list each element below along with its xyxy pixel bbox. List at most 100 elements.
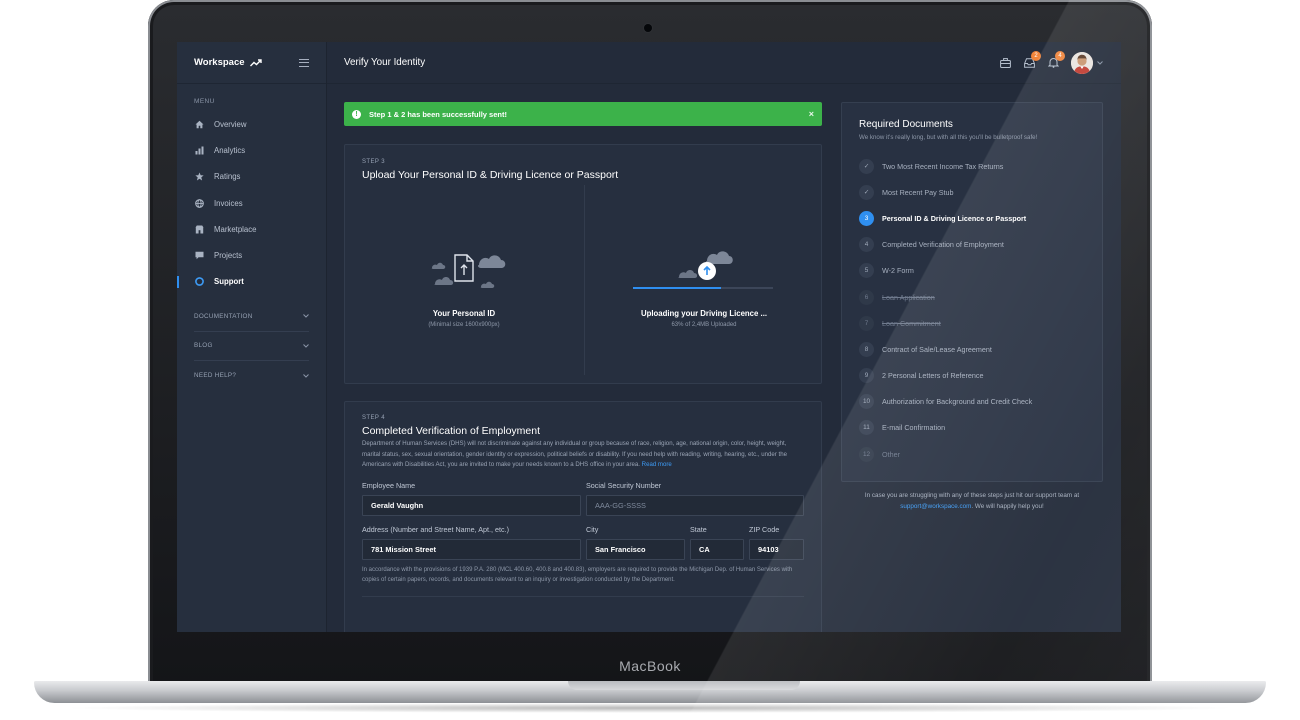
support-text: In case you are struggling with any of t… [864,492,1080,499]
field-label: State [690,524,707,534]
document-label: Most Recent Pay Stub [882,187,954,197]
form-row: Address (Number and Street Name, Apt., e… [362,525,804,560]
document-item[interactable]: 3 Personal ID & Driving Licence or Passpo… [859,205,1085,231]
document-item[interactable]: 5 W-2 Form [859,258,1085,284]
document-label: 2 Personal Letters of Reference [882,371,984,381]
logo[interactable]: Workspace [194,57,262,68]
globe-icon [194,198,204,208]
document-item[interactable]: 7 Loan Commitment [859,310,1085,336]
chevron-down-icon [303,343,309,348]
field-label: Social Security Number [586,480,662,490]
sidebar: Workspace MENU Overview Analytics Rating… [177,42,327,632]
close-icon[interactable]: × [809,109,814,119]
briefcase-icon[interactable] [999,57,1011,69]
lifebuoy-icon [194,277,204,287]
hamburger-menu-icon[interactable] [299,58,309,67]
laptop-brand: MacBook [619,658,681,674]
document-item[interactable]: 10 Authorization for Background and Credi… [859,389,1085,415]
employee-name-input[interactable]: Gerald Vaughn [362,494,581,516]
document-label: W-2 Form [882,266,914,276]
sidebar-section-need-help[interactable]: NEED HELP? [194,361,309,391]
zip-input[interactable]: 94103 [749,538,804,560]
document-label: E-mail Confirmation [882,423,946,433]
alert-text: Step 1 & 2 has been successfully sent! [369,109,507,119]
zip-field: ZIP Code 94103 [749,525,804,560]
document-label: Other [882,449,900,459]
chevron-down-icon [303,314,309,319]
step-number: 3 [859,210,874,226]
panel-subtitle: We know it's really long, but with all t… [859,134,1038,141]
app-screen: Workspace MENU Overview Analytics Rating… [177,42,1121,632]
sidebar-section-blog[interactable]: BLOG [194,332,309,362]
notification-badge: 2 [1031,50,1041,61]
step-number: 10 [859,394,874,410]
city-input[interactable]: San Francisco [586,538,685,560]
employee-name-field: Employee Name Gerald Vaughn [362,481,581,516]
state-input[interactable]: CA [690,538,744,560]
topbar: Verify Your Identity 2 4 [327,42,1121,84]
upload-progress-fill [633,287,722,289]
file-upload-icon [431,254,506,288]
document-item[interactable]: ✓ Two Most Recent Income Tax Returns [859,153,1085,179]
step-label: STEP 4 [362,415,385,421]
upload-subtitle: (Minimal size 1600x900px) [428,322,500,328]
step-number: 4 [859,237,874,253]
sidebar-item-overview[interactable]: Overview [177,111,326,137]
support-text-end: . We will happily help you! [971,502,1044,510]
laptop-base [34,681,1266,703]
document-item[interactable]: 4 Completed Verification of Employment [859,232,1085,258]
menu-heading: MENU [194,98,215,105]
sidebar-item-support[interactable]: Support [177,269,326,295]
inbox-icon[interactable]: 2 [1023,50,1041,69]
sidebar-item-analytics[interactable]: Analytics [177,137,326,163]
form-row: Employee Name Gerald Vaughn Social Secur… [362,481,804,516]
chevron-down-icon [303,373,309,378]
legal-notice: In accordance with the provisions of 193… [362,566,793,584]
document-item[interactable]: ✓ Most Recent Pay Stub [859,179,1085,205]
sidebar-item-label: Analytics [214,145,246,155]
section-label: NEED HELP? [194,372,237,380]
support-email-link[interactable]: support@workspace.com [900,503,971,510]
document-item[interactable]: 11 E-mail Confirmation [859,415,1085,441]
required-documents-panel: Required Documents We know it's really l… [841,102,1103,482]
document-item[interactable]: 6 Loan Application [859,284,1085,310]
document-label: Two Most Recent Income Tax Returns [882,161,1004,171]
driving-licence-upload[interactable]: Uploading your Driving Licence ... 63% o… [584,185,822,375]
document-label: Completed Verification of Employment [882,240,1004,250]
step-label: STEP 3 [362,159,385,165]
success-alert: ! Step 1 & 2 has been successfully sent!… [344,102,822,126]
document-item[interactable]: 12 Other [859,441,1085,467]
logo-row: Workspace [177,42,326,84]
laptop-notch [568,681,800,690]
document-item[interactable]: 8 Contract of Sale/Lease Agreement [859,336,1085,362]
bell-icon[interactable]: 4 [1047,50,1065,69]
sidebar-item-projects[interactable]: Projects [177,242,326,268]
card-description: Department of Human Services (DHS) will … [362,439,804,471]
address-field: Address (Number and Street Name, Apt., e… [362,525,581,560]
camera [644,24,652,32]
description-text: Department of Human Services (DHS) will … [362,440,787,469]
step-number: 6 [859,289,874,305]
ssn-input[interactable]: AAA-GG-SSSS [586,494,804,516]
document-list: ✓ Two Most Recent Income Tax Returns ✓ Most… [859,153,1085,467]
logo-text: Workspace [194,57,245,68]
section-label: BLOG [194,342,213,350]
sidebar-item-label: Ratings [214,172,241,182]
sidebar-item-ratings[interactable]: Ratings [177,164,326,190]
cloud-upload-icon [678,251,733,280]
page-title: Verify Your Identity [344,57,426,68]
read-more-link[interactable]: Read more [642,461,672,468]
document-label: Loan Commitment [882,318,941,328]
sidebar-item-invoices[interactable]: Invoices [177,190,326,216]
employment-card: STEP 4 Completed Verification of Employm… [344,401,822,632]
sidebar-item-marketplace[interactable]: Marketplace [177,216,326,242]
sidebar-item-label: Projects [214,251,243,261]
avatar[interactable] [1071,51,1093,74]
info-icon: ! [352,109,361,119]
document-item[interactable]: 9 2 Personal Letters of Reference [859,363,1085,389]
sidebar-section-documentation[interactable]: DOCUMENTATION [194,302,309,332]
document-label: Contract of Sale/Lease Agreement [882,344,992,354]
chevron-down-icon[interactable] [1097,60,1103,65]
personal-id-upload[interactable]: Your Personal ID (Minimal size 1600x900p… [345,185,583,375]
address-input[interactable]: 781 Mission Street [362,538,581,560]
